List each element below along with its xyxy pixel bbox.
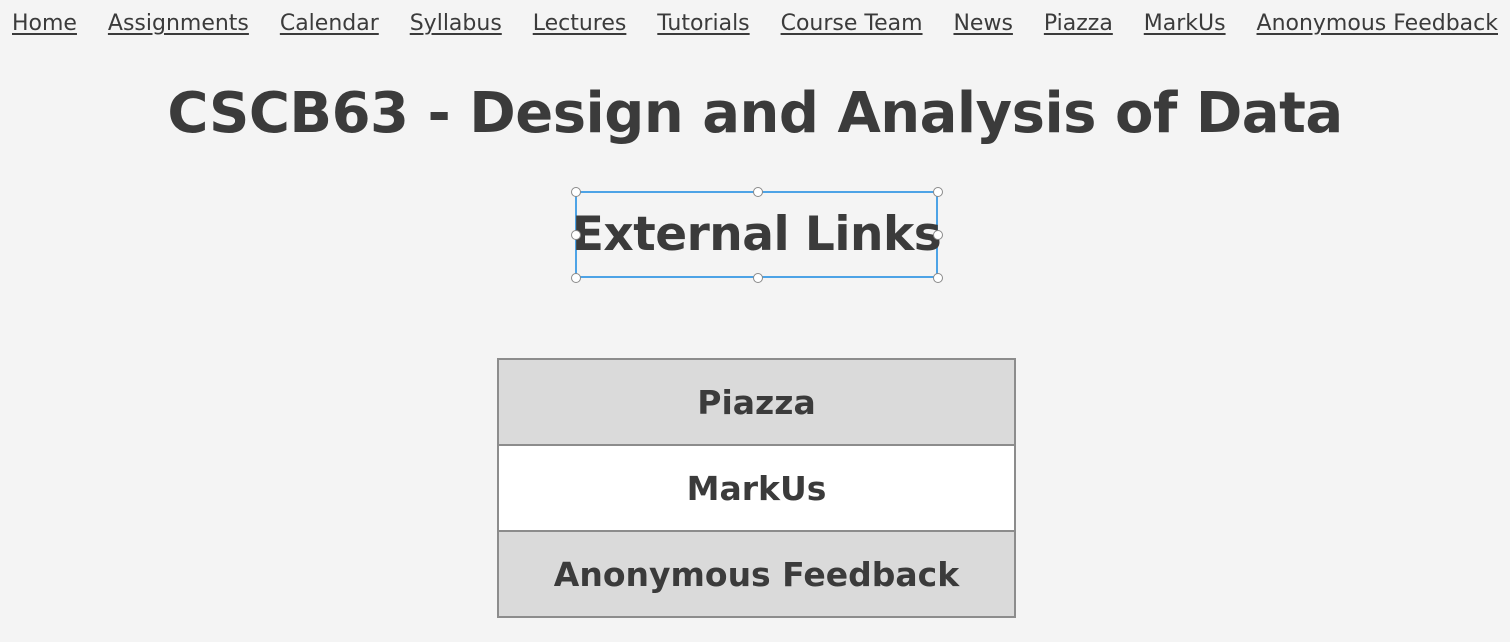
- nav-link-piazza[interactable]: Piazza: [1044, 9, 1113, 39]
- table-row: MarkUs: [497, 444, 1016, 532]
- nav-link-markus[interactable]: MarkUs: [1144, 9, 1226, 39]
- table-cell: Piazza: [497, 358, 1016, 446]
- resize-handle-bottom-right[interactable]: [933, 273, 943, 283]
- external-links-table: Piazza MarkUs Anonymous Feedback: [497, 358, 1016, 618]
- nav-link-assignments[interactable]: Assignments: [108, 9, 249, 39]
- table-cell: Anonymous Feedback: [497, 530, 1016, 618]
- nav-link-lectures[interactable]: Lectures: [533, 9, 627, 39]
- resize-handle-middle-right[interactable]: [933, 230, 943, 240]
- resize-handle-bottom-left[interactable]: [571, 273, 581, 283]
- selected-heading-frame[interactable]: External Links: [571, 191, 942, 278]
- external-link-piazza[interactable]: Piazza: [697, 383, 815, 422]
- nav-link-news[interactable]: News: [953, 9, 1012, 39]
- top-navigation: Home Assignments Calendar Syllabus Lectu…: [12, 9, 1498, 39]
- table-row: Piazza: [497, 358, 1016, 446]
- nav-link-tutorials[interactable]: Tutorials: [657, 9, 749, 39]
- resize-handle-top-right[interactable]: [933, 187, 943, 197]
- resize-handle-top-center[interactable]: [753, 187, 763, 197]
- page-title: CSCB63 - Design and Analysis of Data: [167, 81, 1343, 146]
- resize-handle-middle-left[interactable]: [571, 230, 581, 240]
- external-link-anonymous-feedback[interactable]: Anonymous Feedback: [554, 555, 959, 594]
- nav-link-syllabus[interactable]: Syllabus: [410, 9, 502, 39]
- nav-link-course-team[interactable]: Course Team: [781, 9, 923, 39]
- table-row: Anonymous Feedback: [497, 530, 1016, 618]
- resize-handle-bottom-center[interactable]: [753, 273, 763, 283]
- section-heading: External Links: [571, 207, 942, 262]
- resize-handle-top-left[interactable]: [571, 187, 581, 197]
- external-link-markus[interactable]: MarkUs: [687, 469, 827, 508]
- nav-link-calendar[interactable]: Calendar: [280, 9, 379, 39]
- table-cell: MarkUs: [497, 444, 1016, 532]
- nav-link-anonymous-feedback[interactable]: Anonymous Feedback: [1257, 9, 1498, 39]
- nav-link-home[interactable]: Home: [12, 9, 77, 39]
